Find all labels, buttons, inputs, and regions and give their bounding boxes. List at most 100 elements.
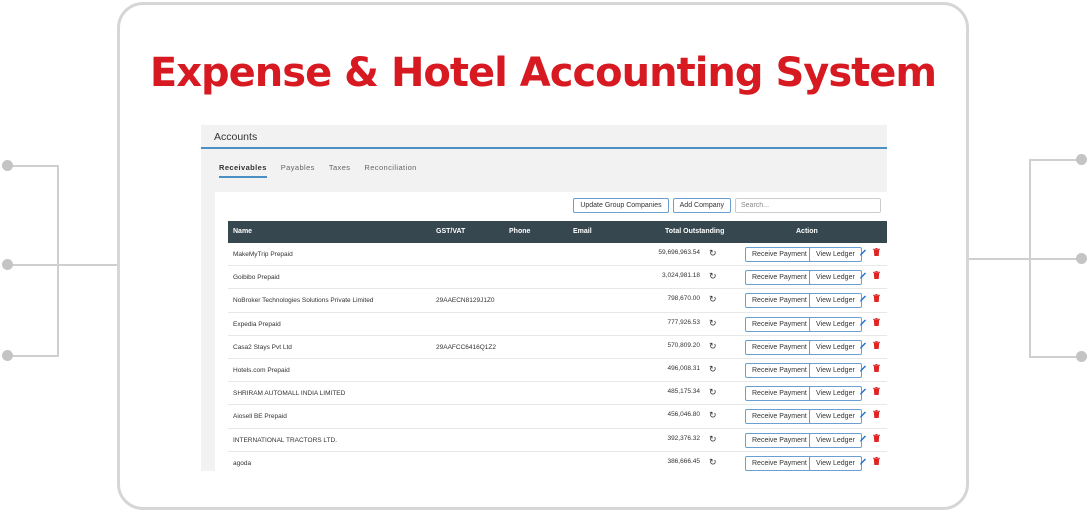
view-ledger-button[interactable]: View Ledger — [809, 339, 862, 355]
trash-icon[interactable] — [873, 340, 880, 349]
receive-payment-button[interactable]: Receive Payment — [745, 362, 814, 378]
cell-total-outstanding: 456,046.80 — [667, 411, 700, 419]
cell-total-outstanding: 496,008.31 — [667, 364, 700, 372]
refresh-icon[interactable]: ↻ — [709, 364, 717, 374]
trash-icon[interactable] — [873, 410, 880, 419]
cell-name: Casa2 Stays Pvt Ltd — [233, 343, 292, 351]
pencil-icon[interactable] — [859, 457, 867, 466]
receive-payment-button[interactable]: Receive Payment — [745, 316, 814, 332]
pencil-icon[interactable] — [859, 248, 867, 257]
refresh-icon[interactable]: ↻ — [709, 341, 717, 351]
trash-icon[interactable] — [873, 363, 880, 372]
cell-total-outstanding: 386,666.45 — [667, 457, 700, 465]
app-header: Accounts — [201, 125, 887, 149]
tab-bar: Receivables Payables Taxes Reconciliatio… — [219, 163, 431, 178]
view-ledger-button[interactable]: View Ledger — [809, 362, 862, 378]
refresh-icon[interactable]: ↻ — [709, 318, 717, 328]
cell-name: Aiosell BE Prepaid — [233, 413, 287, 421]
left-connector-mid — [8, 264, 118, 266]
receive-payment-button[interactable]: Receive Payment — [745, 293, 814, 309]
receive-payment-button[interactable]: Receive Payment — [745, 386, 814, 402]
accounts-app: Accounts Receivables Payables Taxes Reco… — [201, 125, 887, 471]
trash-icon[interactable] — [873, 387, 880, 396]
view-ledger-button[interactable]: View Ledger — [809, 455, 862, 471]
tab-taxes[interactable]: Taxes — [329, 163, 351, 178]
left-connector-top — [8, 165, 59, 167]
pencil-icon[interactable] — [859, 294, 867, 303]
table-row: SHRIRAM AUTOMALL INDIA LIMITED 485,175.3… — [228, 382, 887, 406]
table-row: Goibibo Prepaid 3,024,981.18 ↻ Receive P… — [228, 266, 887, 290]
pencil-icon[interactable] — [859, 434, 867, 443]
receive-payment-button[interactable]: Receive Payment — [745, 432, 814, 448]
page-title: Accounts — [214, 131, 258, 143]
refresh-icon[interactable]: ↻ — [709, 457, 717, 467]
refresh-icon[interactable]: ↻ — [709, 411, 717, 420]
header-total-outstanding: Total Outstanding — [665, 228, 725, 235]
table-row: agoda 386,666.45 ↻ Receive Payment View … — [228, 452, 887, 471]
search-input[interactable] — [735, 198, 881, 213]
header-gst: GST/VAT — [436, 228, 466, 235]
right-connector-bottom — [1029, 356, 1081, 358]
left-dot-bottom — [2, 350, 13, 361]
receive-payment-button[interactable]: Receive Payment — [745, 270, 814, 286]
refresh-icon[interactable]: ↻ — [709, 249, 717, 258]
cell-name: MakeMyTrip Prepaid — [233, 251, 293, 258]
receive-payment-button[interactable]: Receive Payment — [745, 455, 814, 471]
view-ledger-button[interactable]: View Ledger — [809, 386, 862, 402]
right-connector-top — [1029, 159, 1081, 161]
tab-payables[interactable]: Payables — [281, 163, 315, 178]
cell-total-outstanding: 570,809.20 — [667, 341, 700, 349]
refresh-icon[interactable]: ↻ — [709, 272, 717, 281]
view-ledger-button[interactable]: View Ledger — [809, 316, 862, 332]
pencil-icon[interactable] — [859, 387, 867, 396]
view-ledger-button[interactable]: View Ledger — [809, 247, 862, 262]
refresh-icon[interactable]: ↻ — [709, 388, 717, 397]
trash-icon[interactable] — [873, 294, 880, 303]
receive-payment-button[interactable]: Receive Payment — [745, 247, 814, 262]
trash-icon[interactable] — [873, 271, 880, 280]
pencil-icon[interactable] — [859, 318, 867, 327]
add-company-button[interactable]: Add Company — [672, 198, 731, 213]
right-connector-mid — [969, 258, 1081, 260]
left-connector-vertical — [57, 166, 59, 356]
refresh-icon[interactable]: ↻ — [709, 295, 717, 304]
cell-name: SHRIRAM AUTOMALL INDIA LIMITED — [233, 390, 346, 398]
cell-total-outstanding: 59,696,963.54 — [658, 249, 700, 256]
content-panel: Update Group Companies Add Company Name … — [215, 192, 887, 471]
view-ledger-button[interactable]: View Ledger — [809, 270, 862, 286]
table-row: Hotels.com Prepaid 496,008.31 ↻ Receive … — [228, 359, 887, 383]
refresh-icon[interactable]: ↻ — [709, 434, 717, 444]
cell-total-outstanding: 777,926.53 — [667, 318, 700, 326]
tab-reconciliation[interactable]: Reconciliation — [364, 163, 416, 178]
pencil-icon[interactable] — [859, 271, 867, 280]
pencil-icon[interactable] — [859, 410, 867, 419]
trash-icon[interactable] — [873, 456, 880, 465]
trash-icon[interactable] — [873, 433, 880, 442]
trash-icon[interactable] — [873, 248, 880, 256]
pencil-icon[interactable] — [859, 341, 867, 350]
pencil-icon[interactable] — [859, 364, 867, 373]
receive-payment-button[interactable]: Receive Payment — [745, 339, 814, 355]
right-dot-mid — [1076, 253, 1087, 264]
hero-title: Expense & Hotel Accounting System — [149, 50, 937, 96]
header-name: Name — [233, 228, 253, 235]
header-phone: Phone — [509, 228, 531, 235]
left-dot-mid — [2, 259, 13, 270]
table-row: INTERNATIONAL TRACTORS LTD. 392,376.32 ↻… — [228, 429, 887, 452]
toolbar: Update Group Companies Add Company — [573, 198, 881, 213]
update-group-companies-button[interactable]: Update Group Companies — [573, 198, 669, 213]
view-ledger-button[interactable]: View Ledger — [809, 432, 862, 448]
table-row: MakeMyTrip Prepaid 59,696,963.54 ↻ Recei… — [228, 243, 887, 267]
view-ledger-button[interactable]: View Ledger — [809, 409, 862, 425]
cell-name: NoBroker Technologies Solutions Private … — [233, 297, 374, 305]
right-dot-top — [1076, 154, 1087, 165]
view-ledger-button[interactable]: View Ledger — [809, 293, 862, 309]
left-connector-bottom — [8, 355, 59, 357]
header-email: Email — [573, 228, 592, 235]
cell-total-outstanding: 3,024,981.18 — [662, 272, 700, 280]
trash-icon[interactable] — [873, 317, 880, 326]
receive-payment-button[interactable]: Receive Payment — [745, 409, 814, 425]
tab-receivables[interactable]: Receivables — [219, 163, 267, 178]
cell-name: INTERNATIONAL TRACTORS LTD. — [233, 436, 338, 444]
table-header: Name GST/VAT Phone Email Total Outstandi… — [228, 221, 887, 243]
